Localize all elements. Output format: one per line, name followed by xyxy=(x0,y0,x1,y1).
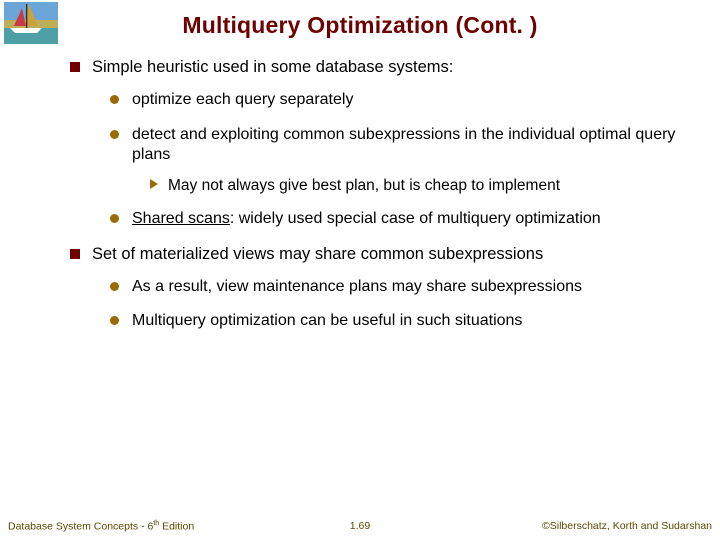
footer-copyright: ©Silberschatz, Korth and Sudarshan xyxy=(542,520,712,533)
bullet-text: detect and exploiting common subexpressi… xyxy=(132,126,675,163)
bullet-view-maintenance: As a result, view maintenance plans may … xyxy=(110,277,682,297)
bullet-detect-subexpr: detect and exploiting common subexpressi… xyxy=(110,125,682,196)
bullet-shared-scans: Shared scans: widely used special case o… xyxy=(110,209,682,229)
slide-title: Multiquery Optimization (Cont. ) xyxy=(0,0,720,49)
sailboat-logo xyxy=(4,2,58,44)
bullet-not-best-plan: May not always give best plan, but is ch… xyxy=(150,176,682,196)
bullet-optimize-separately: optimize each query separately xyxy=(110,90,682,110)
bullet-useful-situations: Multiquery optimization can be useful in… xyxy=(110,311,682,331)
footer-left: Database System Concepts - 6th Edition xyxy=(8,520,194,533)
footer-left-pre: Database System Concepts - 6 xyxy=(8,520,153,532)
bullet-text: : widely used special case of multiquery… xyxy=(230,210,601,227)
bullet-materialized-views: Set of materialized views may share comm… xyxy=(70,244,682,332)
slide-footer: Database System Concepts - 6th Edition 1… xyxy=(0,520,720,533)
footer-left-post: Edition xyxy=(159,520,194,532)
bullet-text: Set of materialized views may share comm… xyxy=(92,245,543,263)
shared-scans-term: Shared scans xyxy=(132,210,230,227)
bullet-heuristic: Simple heuristic used in some database s… xyxy=(70,57,682,230)
bullet-text: Simple heuristic used in some database s… xyxy=(92,58,453,76)
footer-page-number: 1.69 xyxy=(350,520,370,532)
slide-content: Simple heuristic used in some database s… xyxy=(0,49,720,332)
